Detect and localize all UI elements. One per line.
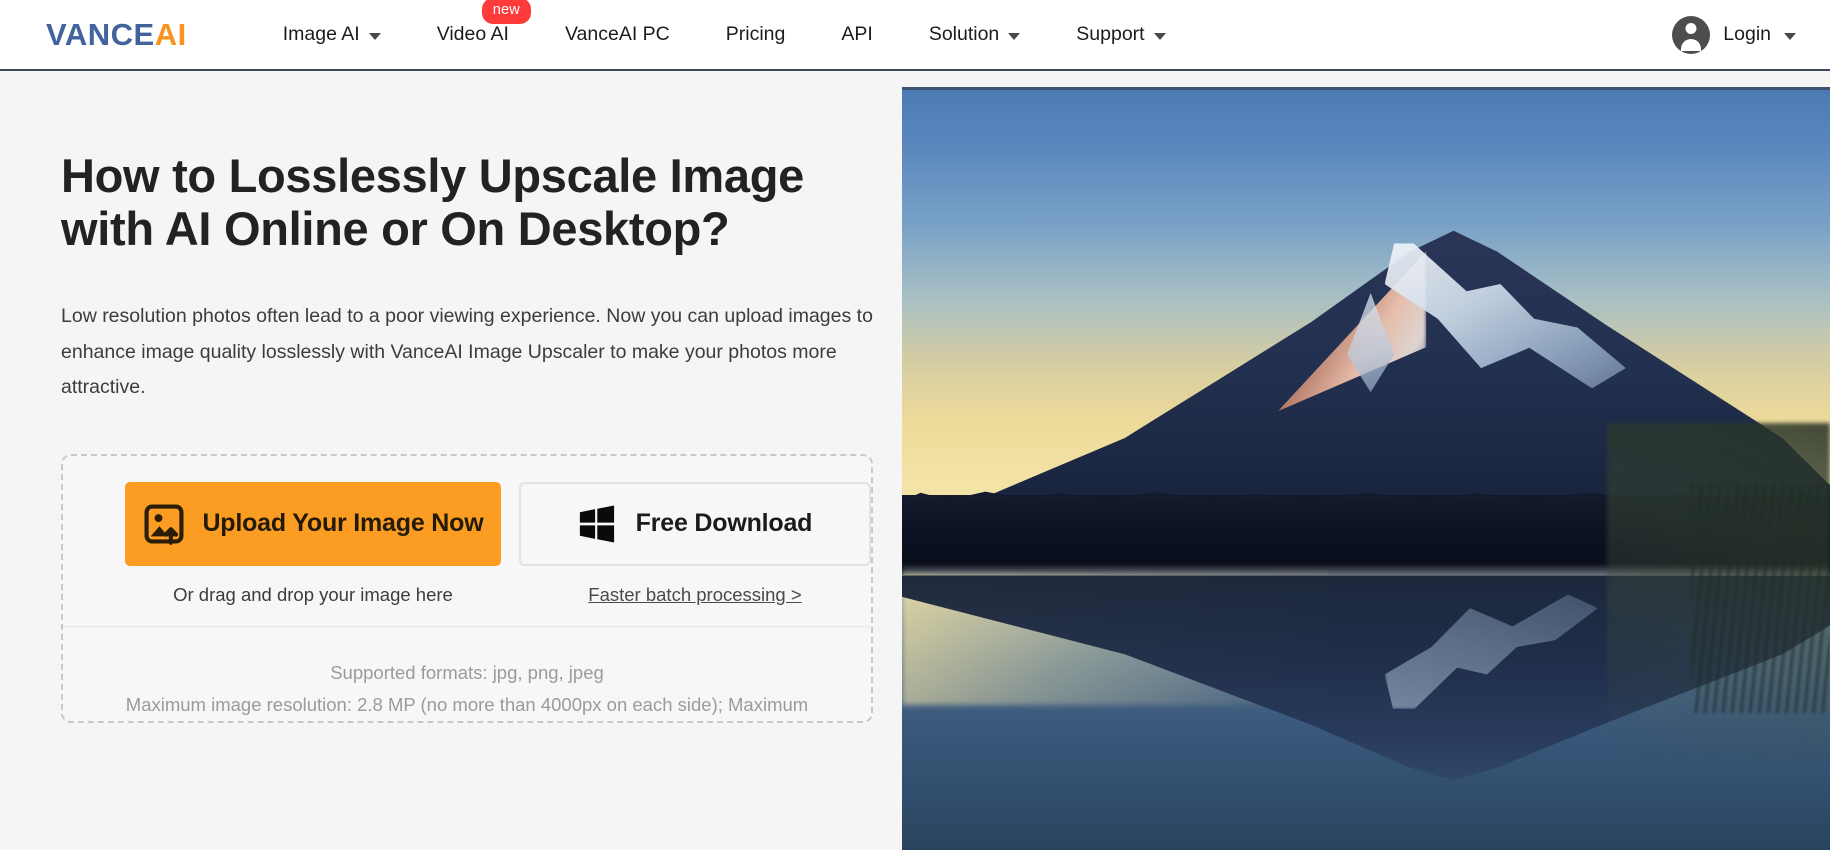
login-label: Login xyxy=(1723,23,1771,45)
hero-image-container xyxy=(902,87,1830,850)
nav-item-video-ai[interactable]: Video AI new xyxy=(409,0,537,70)
nav-label-pricing: Pricing xyxy=(725,23,786,45)
logo-text-ai: AI xyxy=(154,17,187,52)
account-menu[interactable]: Login xyxy=(1672,15,1796,54)
upload-button-row: Upload Your Image Now Free Download xyxy=(63,481,871,566)
user-avatar-icon xyxy=(1672,15,1711,54)
page-body: How to Losslessly Upscale Image with AI … xyxy=(0,71,1830,850)
upload-dropzone[interactable]: Upload Your Image Now Free Download Or d… xyxy=(61,453,873,724)
nav-item-vanceai-pc[interactable]: VanceAI PC xyxy=(537,0,698,70)
mount-fuji-photo xyxy=(902,87,1830,850)
free-download-button[interactable]: Free Download xyxy=(518,481,871,566)
image-top-edge xyxy=(902,87,1830,90)
resolution-limits-text: Maximum image resolution: 2.8 MP (no mor… xyxy=(125,694,809,716)
upload-subtext-row: Or drag and drop your image here Faster … xyxy=(63,584,871,627)
drag-drop-hint: Or drag and drop your image here xyxy=(173,583,453,605)
windows-icon xyxy=(578,505,616,543)
logo-text-vance: VANCE xyxy=(46,17,155,52)
page-title: How to Losslessly Upscale Image with AI … xyxy=(61,149,804,256)
nav-label-support: Support xyxy=(1076,23,1145,45)
batch-processing-link[interactable]: Faster batch processing > xyxy=(588,584,801,605)
nav-item-api[interactable]: API xyxy=(813,0,900,70)
nav-label-image-ai: Image AI xyxy=(282,23,360,45)
page-description: Low resolution photos often lead to a po… xyxy=(61,305,873,399)
nav-label-solution: Solution xyxy=(928,23,1000,45)
foreground-reeds-detail xyxy=(1690,483,1830,713)
hero-left-column: How to Losslessly Upscale Image with AI … xyxy=(0,71,902,850)
free-download-button-label: Free Download xyxy=(635,509,813,538)
nav-label-api: API xyxy=(841,23,873,45)
chevron-down-icon xyxy=(1008,32,1021,40)
nav-item-image-ai[interactable]: Image AI xyxy=(283,0,409,70)
nav-label-vanceai-pc: VanceAI PC xyxy=(564,23,670,45)
main-navigation: Image AI Video AI new VanceAI PC Pricing… xyxy=(283,0,1194,70)
batch-processing-link-wrap: Faster batch processing > xyxy=(519,584,871,606)
new-badge: new xyxy=(481,0,531,24)
nav-item-pricing[interactable]: Pricing xyxy=(698,0,814,70)
chevron-down-icon xyxy=(1784,32,1796,40)
chevron-down-icon xyxy=(368,32,381,40)
upload-image-button-label: Upload Your Image Now xyxy=(202,509,484,538)
nav-item-solution[interactable]: Solution xyxy=(901,0,1048,70)
site-logo[interactable]: VANCEAI xyxy=(46,19,187,50)
nav-item-support[interactable]: Support xyxy=(1048,0,1193,70)
supported-formats-text: Supported formats: jpg, png, jpeg xyxy=(330,661,604,683)
chevron-down-icon xyxy=(1153,32,1166,40)
upload-image-button[interactable]: Upload Your Image Now xyxy=(125,481,501,566)
site-header: VANCEAI Image AI Video AI new VanceAI PC… xyxy=(0,0,1830,71)
image-upload-icon xyxy=(142,502,186,546)
